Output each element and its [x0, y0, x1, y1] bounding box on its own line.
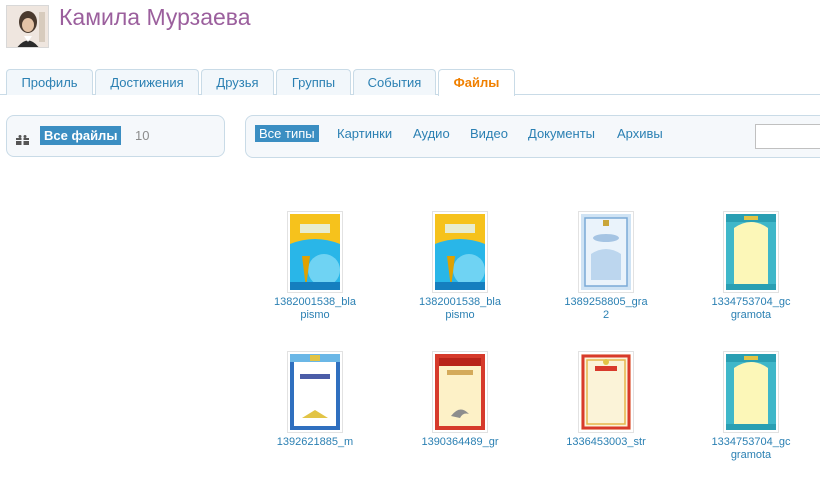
search-input[interactable] [755, 124, 820, 149]
file-type-filter-bar: Все типы Картинки Аудио Видео Документы … [245, 115, 820, 158]
page-title: Камила Мурзаева [59, 4, 251, 30]
file-thumbnail[interactable] [578, 351, 634, 433]
file-folders-panel: Все файлы 10 [6, 115, 225, 157]
filter-archives[interactable]: Архивы [613, 125, 667, 142]
avatar[interactable] [6, 5, 49, 48]
file-name[interactable]: 1382001538_bla [415, 295, 505, 309]
gift-icon [16, 132, 29, 145]
profile-tabs: Профиль Достижения Друзья Группы События… [0, 69, 820, 96]
file-item[interactable]: 1334753704_gc gramota [706, 351, 796, 462]
tab-profile[interactable]: Профиль [6, 69, 93, 95]
filter-all-types[interactable]: Все типы [255, 125, 319, 142]
file-name-ext[interactable]: 2 [561, 309, 651, 322]
filter-images[interactable]: Картинки [333, 125, 396, 142]
tab-events[interactable]: События [353, 69, 436, 95]
file-name-ext[interactable]: pismo [415, 309, 505, 322]
file-item[interactable]: 1390364489_gr [415, 351, 505, 449]
file-name[interactable]: 1389258805_gra [561, 295, 651, 309]
file-name-ext[interactable]: gramota [706, 309, 796, 322]
tab-achievements[interactable]: Достижения [95, 69, 199, 95]
tab-friends[interactable]: Друзья [201, 69, 274, 95]
file-thumbnail[interactable] [432, 211, 488, 293]
file-thumbnail[interactable] [578, 211, 634, 293]
file-name[interactable]: 1382001538_bla [270, 295, 360, 309]
file-item[interactable]: 1334753704_gc gramota [706, 211, 796, 322]
tab-groups[interactable]: Группы [276, 69, 351, 95]
file-name[interactable]: 1392621885_m [270, 435, 360, 449]
filter-audio[interactable]: Аудио [409, 125, 454, 142]
all-files-link[interactable]: Все файлы [40, 126, 122, 145]
file-name[interactable]: 1334753704_gc [706, 435, 796, 449]
file-thumbnail[interactable] [287, 211, 343, 293]
file-thumbnail[interactable] [723, 211, 779, 293]
file-item[interactable]: 1392621885_m [270, 351, 360, 449]
file-name[interactable]: 1334753704_gc [706, 295, 796, 309]
file-name[interactable]: 1336453003_str [561, 435, 651, 449]
file-item[interactable]: 1336453003_str [561, 351, 651, 449]
file-thumbnail[interactable] [723, 351, 779, 433]
file-item[interactable]: 1382001538_bla pismo [415, 211, 505, 322]
file-item[interactable]: 1382001538_bla pismo [270, 211, 360, 322]
filter-video[interactable]: Видео [466, 125, 512, 142]
files-count: 10 [135, 128, 150, 143]
file-item[interactable]: 1389258805_gra 2 [561, 211, 651, 322]
file-thumbnail[interactable] [432, 351, 488, 433]
tab-files[interactable]: Файлы [438, 69, 515, 96]
filter-documents[interactable]: Документы [524, 125, 599, 142]
file-name-ext[interactable]: pismo [270, 309, 360, 322]
file-name-ext[interactable]: gramota [706, 449, 796, 462]
file-thumbnail[interactable] [287, 351, 343, 433]
file-name[interactable]: 1390364489_gr [415, 435, 505, 449]
